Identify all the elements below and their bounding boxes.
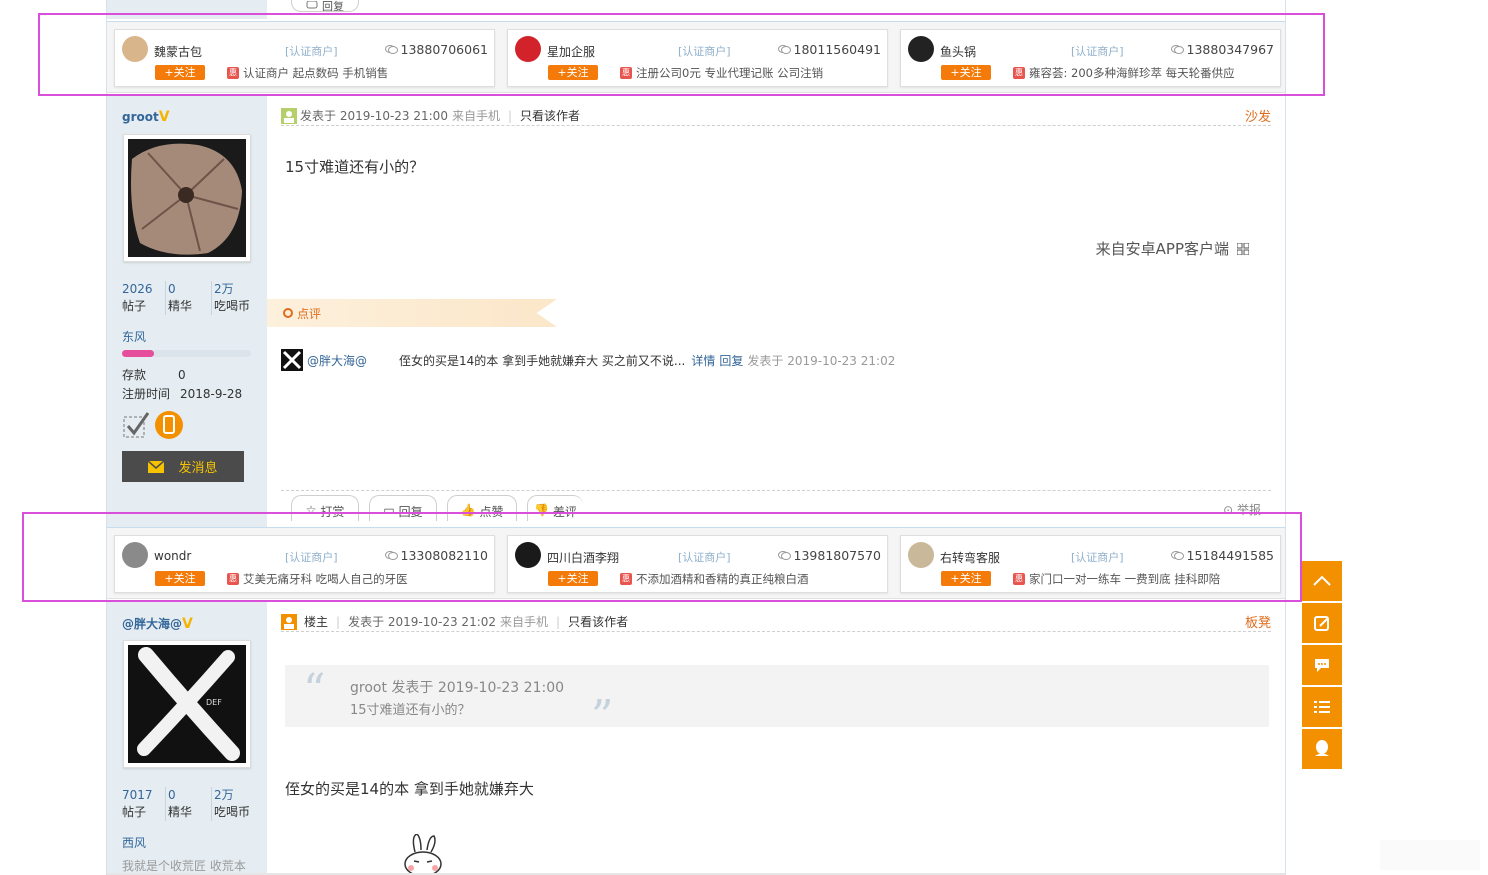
username[interactable]: @胖大海@V — [122, 615, 193, 632]
quote-text: 15寸难道还有小的？ — [350, 703, 471, 718]
stat-digest[interactable]: 0 精华 — [165, 281, 211, 315]
qq-share-button[interactable] — [1302, 729, 1342, 769]
comment-item: @胖大海@ 侄女的买是14的本 拿到手她就嫌弃大 买之前又不说... 详情 回复… — [281, 349, 895, 371]
user-badges — [122, 410, 184, 440]
list-icon — [1314, 701, 1330, 713]
stat-coins[interactable]: 2万 吃喝币 — [211, 787, 257, 821]
avatar[interactable]: DEF — [123, 640, 251, 768]
post-body: 侄女的买是14的本 拿到手她就嫌弃大 — [285, 780, 534, 798]
highlight-frame — [22, 512, 1302, 602]
new-post-button[interactable] — [1302, 603, 1342, 643]
stat-posts[interactable]: 7017 帖子 — [122, 787, 165, 821]
page: 回复 魏蒙古包 [认证商户] 13880706061 +关注 惠认证商户 起点数… — [0, 0, 1488, 875]
floating-toolbar — [1302, 561, 1342, 771]
back-to-top-button[interactable] — [1302, 561, 1342, 601]
close-quote-icon: ” — [591, 691, 614, 742]
quick-reply-button[interactable] — [1302, 645, 1342, 685]
comment-icon — [1315, 659, 1329, 672]
comment-circle-icon — [283, 308, 293, 318]
user-group[interactable]: 西风 — [122, 834, 146, 851]
floor-number[interactable]: 沙发 — [1245, 106, 1271, 125]
comment-text: 侄女的买是14的本 拿到手她就嫌弃大 买之前又不说... — [399, 353, 686, 368]
mobile-badge-icon[interactable] — [154, 410, 184, 440]
quote-block: “ groot 发表于 2019-10-23 21:00 15寸难道还有小的？ … — [285, 665, 1269, 739]
user-signature: 我就是个收荒匠 收荒本 — [122, 859, 246, 873]
online-user-icon — [281, 107, 297, 124]
level-progress — [122, 350, 251, 357]
user-stats: 7017 帖子 0 精华 2万 吃喝币 — [122, 787, 257, 821]
envelope-icon — [148, 460, 165, 473]
app-source-line[interactable]: 来自安卓APP客户端 — [1096, 238, 1249, 259]
post-header: 发表于 2019-10-23 21:00 来自手机 | 只看该作者 沙发 — [281, 106, 1271, 126]
stat-digest[interactable]: 0 精华 — [165, 787, 211, 821]
comment-detail-link[interactable]: 详情 — [691, 352, 715, 369]
send-message-button[interactable]: 发消息 — [122, 451, 244, 482]
comment-avatar[interactable] — [281, 349, 303, 371]
avatar[interactable] — [123, 134, 251, 262]
verified-v-icon: V — [158, 109, 170, 125]
reply-button-top[interactable]: 回复 — [291, 0, 359, 12]
verified-v-icon: V — [182, 616, 193, 632]
comment-time: 发表于 2019-10-23 21:02 — [747, 353, 896, 368]
reply-icon — [306, 0, 318, 8]
quote-meta: groot 发表于 2019-10-23 21:00 — [350, 680, 565, 696]
qrcode-icon — [1237, 242, 1249, 255]
level-progress-fill — [122, 350, 155, 357]
avatar-image: DEF — [128, 645, 246, 763]
avatar-image — [128, 139, 246, 257]
post-time: 发表于 2019-10-23 21:02 — [348, 615, 497, 629]
stat-coins[interactable]: 2万 吃喝币 — [211, 281, 257, 315]
register-line: 注册时间 2018-9-28 — [122, 387, 243, 401]
top-arrow-icon — [1313, 575, 1331, 586]
return-list-button[interactable] — [1302, 687, 1342, 727]
avatar-logo-text: DEF — [206, 698, 222, 707]
page-corner-overlay — [1380, 840, 1480, 870]
comment-section-header: 点评 — [267, 299, 557, 327]
edit-icon — [1314, 616, 1329, 631]
highlight-frame — [38, 13, 1325, 96]
floor-number[interactable]: 板凳 — [1245, 612, 1271, 631]
author-only-link[interactable]: 只看该作者 — [568, 613, 628, 630]
stat-posts[interactable]: 2026 帖子 — [122, 281, 165, 315]
post-header: 楼主 | 发表于 2019-10-23 21:02 来自手机 | 只看该作者 板… — [281, 612, 1271, 632]
comment-reply-link[interactable]: 回复 — [719, 352, 743, 369]
qq-icon — [1315, 740, 1329, 756]
post-body: 15寸难道还有小的？ — [285, 158, 425, 176]
user-group[interactable]: 东风 — [122, 328, 146, 345]
username[interactable]: grootV — [122, 109, 170, 125]
post-source: 来自手机 — [500, 615, 549, 629]
op-label: 楼主 — [304, 615, 329, 629]
open-quote-icon: “ — [303, 665, 326, 716]
checkin-badge-icon[interactable] — [122, 411, 150, 439]
rabbit-emoji-icon — [404, 834, 442, 874]
op-icon — [281, 613, 297, 630]
deposit-line: 存款 0 — [122, 368, 186, 382]
user-stats: 2026 帖子 0 精华 2万 吃喝币 — [122, 281, 257, 315]
thread-container: 回复 魏蒙古包 [认证商户] 13880706061 +关注 惠认证商户 起点数… — [106, 0, 1286, 875]
post-source: 来自手机 — [451, 109, 500, 123]
author-only-link[interactable]: 只看该作者 — [520, 107, 580, 124]
comment-author[interactable]: @胖大海@ — [307, 352, 367, 369]
post-time: 发表于 2019-10-23 21:00 — [300, 109, 448, 123]
